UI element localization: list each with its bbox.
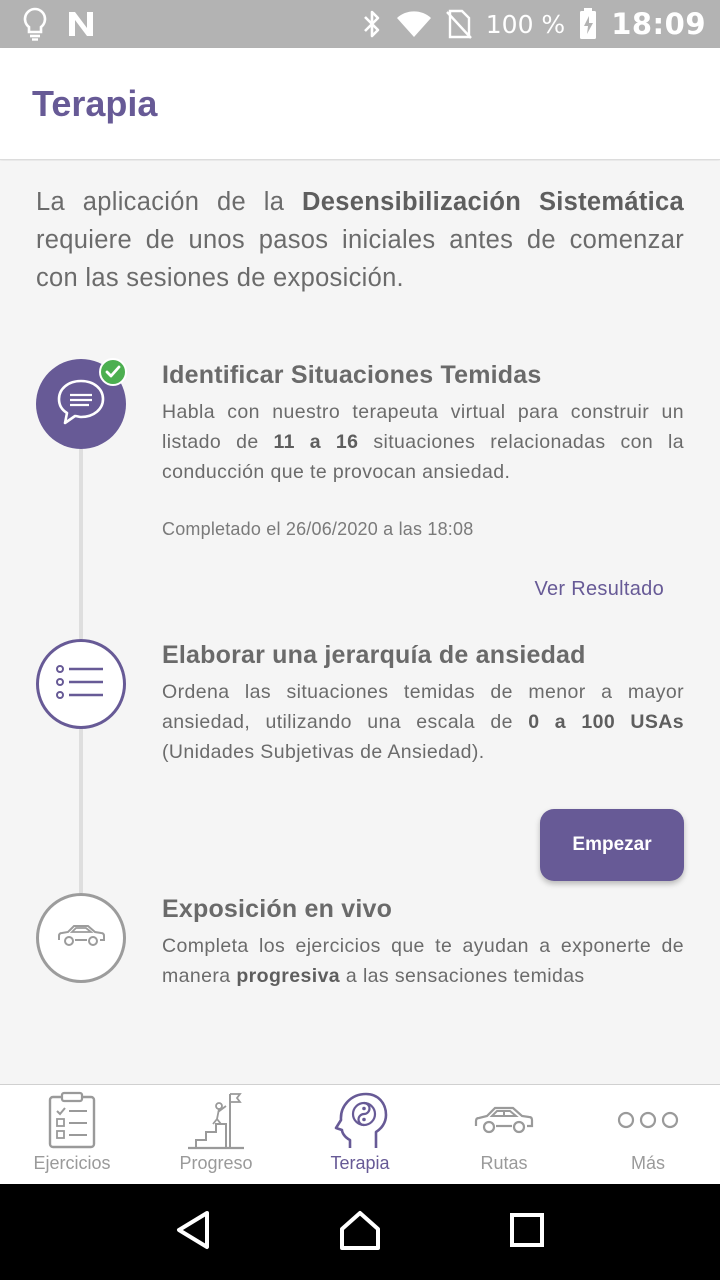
more-icon	[617, 1089, 679, 1151]
nav-item-mas[interactable]: Más	[576, 1085, 720, 1184]
recents-button[interactable]	[497, 1202, 557, 1262]
nav-item-terapia[interactable]: Terapia	[288, 1085, 432, 1184]
nav-label-mas: Más	[630, 1153, 665, 1173]
step-3-description: Completa los ejercicios que te ayudan a …	[162, 931, 684, 991]
status-right: 100 % 18:09	[362, 7, 706, 41]
home-icon	[338, 1209, 382, 1256]
clock: 18:09	[611, 7, 706, 41]
intro-pre: La aplicación de la	[36, 188, 303, 216]
step-2-icon	[36, 639, 126, 729]
car-icon	[473, 1089, 535, 1151]
step-3-icon	[36, 893, 126, 983]
nav-item-ejercicios[interactable]: Ejercicios	[0, 1085, 144, 1184]
battery-percent: 100 %	[485, 9, 566, 39]
lightbulb-icon	[22, 7, 48, 41]
car-icon	[56, 923, 106, 954]
nav-label-ejercicios: Ejercicios	[33, 1153, 111, 1173]
step-2-title: Elaborar una jerarquía de ansiedad	[162, 641, 586, 669]
nav-label-terapia: Terapia	[330, 1153, 390, 1173]
step-2-desc-bold: 0 a 100 USAs	[528, 711, 685, 733]
summit-icon	[186, 1089, 246, 1151]
chat-bubble-icon	[55, 377, 107, 432]
intro-bold: Desensibilización Sistemática	[302, 188, 684, 216]
nav-item-rutas[interactable]: Rutas	[432, 1085, 576, 1184]
home-button[interactable]	[330, 1202, 390, 1262]
completed-check-icon	[99, 358, 127, 386]
head-yin-yang-icon	[332, 1089, 388, 1151]
step-2-desc-post: (Unidades Subjetivas de Ansiedad).	[162, 741, 485, 763]
no-sim-icon	[445, 9, 472, 39]
status-bar: 100 % 18:09	[0, 0, 720, 48]
timeline-connector	[79, 729, 83, 893]
status-left	[22, 7, 96, 41]
therapy-content[interactable]: La aplicación de la Desensibilización Si…	[0, 161, 720, 1084]
step-3-desc-post: a las sensaciones temidas	[340, 965, 585, 987]
intro-text: La aplicación de la Desensibilización Si…	[36, 183, 684, 297]
page-title: Terapia	[32, 82, 158, 124]
back-triangle-icon	[173, 1209, 213, 1256]
back-button[interactable]	[163, 1202, 223, 1262]
start-button[interactable]: Empezar	[540, 809, 684, 881]
step-1-title: Identificar Situaciones Temidas	[162, 361, 542, 389]
step-2-description: Ordena las situaciones temidas de menor …	[162, 677, 684, 767]
step-1-description: Habla con nuestro terapeuta virtual para…	[162, 397, 684, 487]
wifi-icon	[396, 10, 432, 38]
intro-post: requiere de unos pasos iniciales antes d…	[36, 226, 684, 292]
nav-label-rutas: Rutas	[480, 1153, 528, 1173]
nav-item-progreso[interactable]: Progreso	[144, 1085, 288, 1184]
list-icon	[55, 664, 107, 704]
step-3-desc-bold: progresiva	[236, 965, 341, 987]
bluetooth-icon	[362, 9, 382, 39]
n-app-icon	[66, 10, 96, 38]
step-1-completed-date: Completado el 26/06/2020 a las 18:08	[162, 519, 474, 539]
battery-icon	[579, 8, 597, 40]
recents-square-icon	[509, 1212, 545, 1253]
nav-label-progreso: Progreso	[179, 1153, 253, 1173]
step-3-title: Exposición en vivo	[162, 895, 393, 923]
view-result-link[interactable]: Ver Resultado	[534, 578, 664, 601]
timeline-connector	[79, 449, 83, 639]
app-bar: Terapia	[0, 48, 720, 160]
step-1-desc-bold: 11 a 16	[273, 431, 359, 453]
clipboard-icon	[46, 1089, 98, 1151]
system-navigation-bar	[0, 1184, 720, 1280]
bottom-navigation: Ejercicios Progreso Terapia Rutas Más	[0, 1084, 720, 1184]
